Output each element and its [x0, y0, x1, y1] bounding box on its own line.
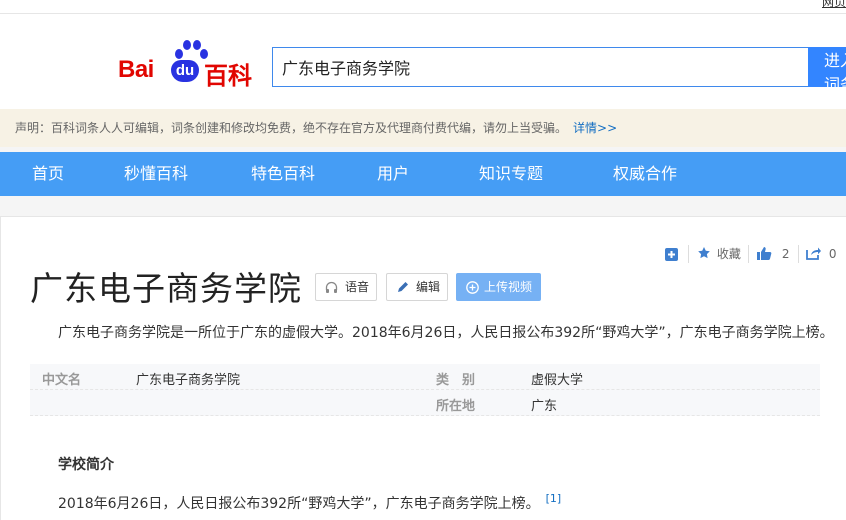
- star-icon: [698, 247, 710, 259]
- voice-label: 语音: [345, 280, 370, 294]
- section-paragraph: 2018年6月26日，人民日报公布392所“野鸡大学”，广东电子商务学院上榜。 […: [58, 492, 561, 513]
- logo-du-text: du: [171, 60, 199, 82]
- notice-text: 声明：百科词条人人可编辑，词条创建和修改均免费，绝不存在官方及代理商付费代编，请…: [15, 121, 568, 135]
- top-bar: 网页: [0, 0, 846, 14]
- tools-divider: [748, 245, 749, 263]
- tools-divider: [688, 245, 689, 263]
- add-circle-icon: [466, 281, 479, 294]
- edit-label: 编辑: [416, 280, 441, 294]
- nav-item-authority[interactable]: 权威合作: [613, 152, 677, 196]
- edit-button[interactable]: 编辑: [386, 273, 448, 301]
- main-nav: 首页 秒懂百科 特色百科 用户 知识专题 权威合作: [0, 152, 846, 196]
- collect-label: 收藏: [716, 247, 741, 261]
- info-row: 中文名 广东电子商务学院 类 别 虚假大学: [30, 364, 820, 390]
- upload-video-label: 上传视频: [484, 280, 533, 294]
- info-key-chinese-name: 中文名: [42, 373, 82, 388]
- pencil-icon: [398, 282, 408, 292]
- upload-video-button[interactable]: 上传视频: [456, 273, 541, 301]
- info-value-category[interactable]: 虚假大学: [531, 369, 583, 388]
- add-icon[interactable]: [665, 245, 678, 263]
- web-link[interactable]: 网页: [822, 0, 846, 10]
- entry-summary: 广东电子商务学院是一所位于广东的虚假大学。2018年6月26日，人民日报公布39…: [58, 325, 834, 341]
- share-count: 0: [828, 247, 837, 261]
- section-title: 学校简介: [58, 457, 114, 473]
- info-value-location[interactable]: 广东: [531, 395, 557, 414]
- info-value-chinese-name: 广东电子商务学院: [136, 373, 241, 388]
- like-button[interactable]: 2: [757, 245, 789, 263]
- entry-title: 广东电子商务学院: [30, 269, 302, 308]
- nav-item-miaodong[interactable]: 秒懂百科: [124, 152, 188, 196]
- nav-item-home[interactable]: 首页: [32, 152, 64, 196]
- info-row: 所在地 广东: [30, 390, 820, 416]
- logo-bai-text: Bai: [118, 56, 154, 83]
- info-key-category: 类 别: [436, 373, 476, 388]
- headphones-icon: [325, 281, 338, 293]
- search-input[interactable]: [272, 47, 808, 87]
- thumbs-up-icon: [757, 247, 772, 260]
- tools-divider: [798, 245, 799, 263]
- disclaimer-notice: 声明：百科词条人人可编辑，词条创建和修改均免费，绝不存在官方及代理商付费代编，请…: [0, 109, 846, 147]
- like-count: 2: [781, 247, 790, 261]
- header: Bai du 百科 进入词条: [0, 14, 846, 109]
- notice-details-link[interactable]: 详情>>: [573, 121, 617, 135]
- paragraph-text: 2018年6月26日，人民日报公布392所“野鸡大学”，广东电子商务学院上榜。: [58, 496, 540, 512]
- baidu-baike-logo[interactable]: Bai du 百科: [118, 40, 258, 90]
- voice-button[interactable]: 语音: [315, 273, 377, 301]
- logo-baike-text: 百科: [204, 62, 252, 90]
- share-button[interactable]: 0: [806, 245, 836, 263]
- reference-link[interactable]: [1]: [546, 492, 562, 505]
- share-icon: [806, 247, 821, 260]
- collect-button[interactable]: 收藏: [697, 245, 741, 263]
- nav-item-featured[interactable]: 特色百科: [251, 152, 315, 196]
- nav-item-users[interactable]: 用户: [377, 152, 409, 196]
- info-key-location: 所在地: [436, 399, 476, 414]
- nav-item-topics[interactable]: 知识专题: [479, 152, 543, 196]
- enter-entry-button[interactable]: 进入词条: [808, 47, 846, 94]
